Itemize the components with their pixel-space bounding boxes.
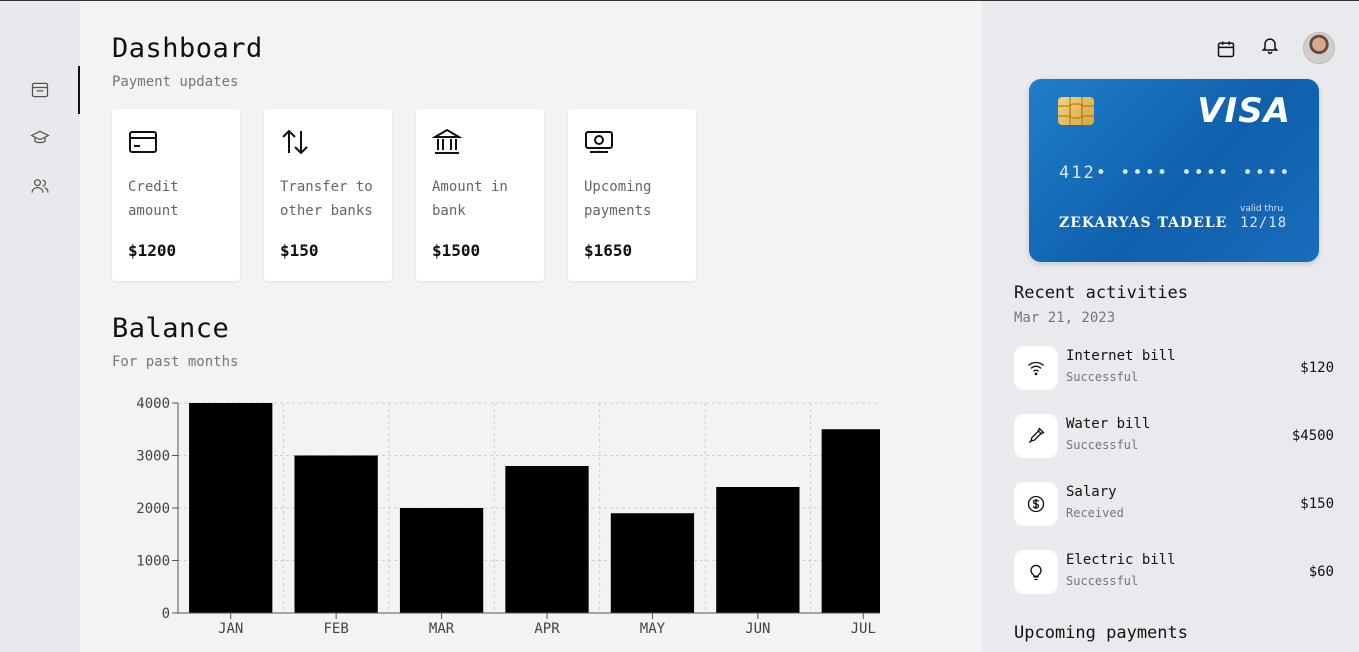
wifi-icon [1028, 361, 1044, 376]
avatar[interactable] [1303, 32, 1335, 64]
card-value: $1200 [128, 241, 177, 260]
y-tick-label: 1000 [136, 554, 170, 570]
card-holder: ZEKARYAS TADELE [1059, 215, 1228, 231]
calendar-icon [1217, 41, 1235, 58]
card-value: $1500 [432, 241, 481, 260]
notifications-button[interactable] [1258, 33, 1282, 57]
activity-name: Internet bill [1066, 348, 1176, 364]
activity-amount: $120 [1300, 360, 1334, 376]
card-label: Upcoming payments [584, 179, 652, 219]
activity-icon-box [1014, 550, 1058, 594]
valid-thru-label: valid thru [1240, 204, 1284, 214]
activity-amount: $60 [1308, 564, 1334, 580]
lightbulb-icon [1030, 564, 1042, 581]
dollar-icon [1027, 495, 1045, 513]
card-value: $1650 [584, 241, 633, 260]
recent-activities-date: Mar 21, 2023 [1014, 310, 1116, 326]
page-title: Dashboard [112, 33, 263, 64]
sidebar-item-inbox[interactable] [0, 66, 80, 114]
page-subtitle: Payment updates [112, 74, 239, 90]
x-tick-label: JUN [745, 621, 770, 637]
y-tick-label: 3000 [136, 449, 170, 465]
y-tick-label: 0 [162, 606, 170, 622]
money-icon [585, 131, 613, 153]
activity-name: Water bill [1066, 416, 1151, 432]
card-number: 412• •••• •••• •••• [1059, 163, 1292, 183]
activity-amount: $4500 [1291, 428, 1334, 444]
y-tick-label: 4000 [136, 396, 170, 412]
x-tick-label: APR [534, 621, 560, 637]
upcoming-payments-title: Upcoming payments [1014, 623, 1188, 643]
card-credit-amount[interactable]: Credit amount $1200 [112, 109, 240, 281]
x-tick-label: MAR [429, 621, 455, 637]
activity-status: Successful [1066, 370, 1139, 384]
activity-status: Successful [1066, 574, 1139, 588]
card-label: Transfer to other banks [280, 179, 373, 219]
balance-chart-svg: 0 1000 2000 3000 4000 JAN FEB MAR APR MAY JUN JUL [136, 396, 917, 637]
activity-item[interactable]: Water bill Successful $4500 [1014, 414, 1334, 458]
transfer-arrows-icon [282, 129, 308, 155]
recent-activities-title: Recent activities [1014, 283, 1188, 303]
card-label: Credit amount [128, 179, 179, 219]
card-value: $150 [280, 241, 319, 260]
payment-card[interactable]: VISA 412• •••• •••• •••• ZEKARYAS TADELE… [1029, 79, 1319, 262]
bar-jan [189, 403, 273, 613]
bar-feb [294, 455, 378, 613]
bar-jul [821, 429, 905, 613]
sidebar-item-courses[interactable] [0, 114, 80, 162]
x-tick-label: MAY [640, 621, 666, 637]
activity-icon-box [1014, 482, 1058, 526]
bank-icon [432, 128, 462, 154]
activity-item[interactable]: Salary Received $150 [1014, 482, 1334, 526]
visa-logo: VISA [1197, 91, 1291, 131]
inbox-icon [31, 82, 49, 98]
activity-name: Salary [1066, 484, 1117, 500]
dropper-icon [1028, 427, 1045, 444]
x-tick-label: JAN [218, 621, 243, 637]
bar-jun [716, 487, 800, 613]
bar-apr [505, 466, 589, 613]
x-tick-label: JUL [851, 621, 876, 637]
bell-icon [1261, 38, 1279, 55]
activity-status: Received [1066, 506, 1124, 520]
card-transfer[interactable]: Transfer to other banks $150 [264, 109, 392, 281]
card-label: Amount in bank [432, 179, 508, 219]
card-upcoming-payments[interactable]: Upcoming payments $1650 [568, 109, 696, 281]
y-tick-label: 2000 [136, 501, 170, 517]
activity-amount: $150 [1300, 496, 1334, 512]
balance-subtitle: For past months [112, 354, 239, 370]
x-tick-label: FEB [323, 621, 348, 637]
bar-mar [399, 508, 484, 613]
activity-status: Successful [1066, 438, 1139, 452]
activity-icon-box [1014, 414, 1058, 458]
card-bank-amount[interactable]: Amount in bank $1500 [416, 109, 544, 281]
users-icon [31, 179, 49, 193]
activity-item[interactable]: Electric bill Successful $60 [1014, 550, 1334, 594]
chip-icon [1058, 97, 1094, 125]
bar-may [610, 513, 695, 613]
main-content: Dashboard Payment updates Credit amount … [80, 1, 982, 652]
graduation-cap-icon [30, 130, 50, 144]
calendar-button[interactable] [1214, 37, 1238, 61]
activity-icon-box [1014, 346, 1058, 390]
right-panel: VISA 412• •••• •••• •••• ZEKARYAS TADELE… [982, 1, 1359, 652]
activity-item[interactable]: Internet bill Successful $120 [1014, 346, 1334, 390]
credit-card-icon [129, 131, 157, 153]
sidebar-item-users[interactable] [0, 162, 80, 210]
balance-chart: 0 1000 2000 3000 4000 JAN FEB MAR APR MAY JUN JUL [100, 393, 917, 652]
sidebar [0, 1, 80, 652]
balance-title: Balance [112, 313, 230, 344]
card-expiry: 12/18 [1240, 215, 1288, 231]
activity-name: Electric bill [1066, 552, 1176, 568]
